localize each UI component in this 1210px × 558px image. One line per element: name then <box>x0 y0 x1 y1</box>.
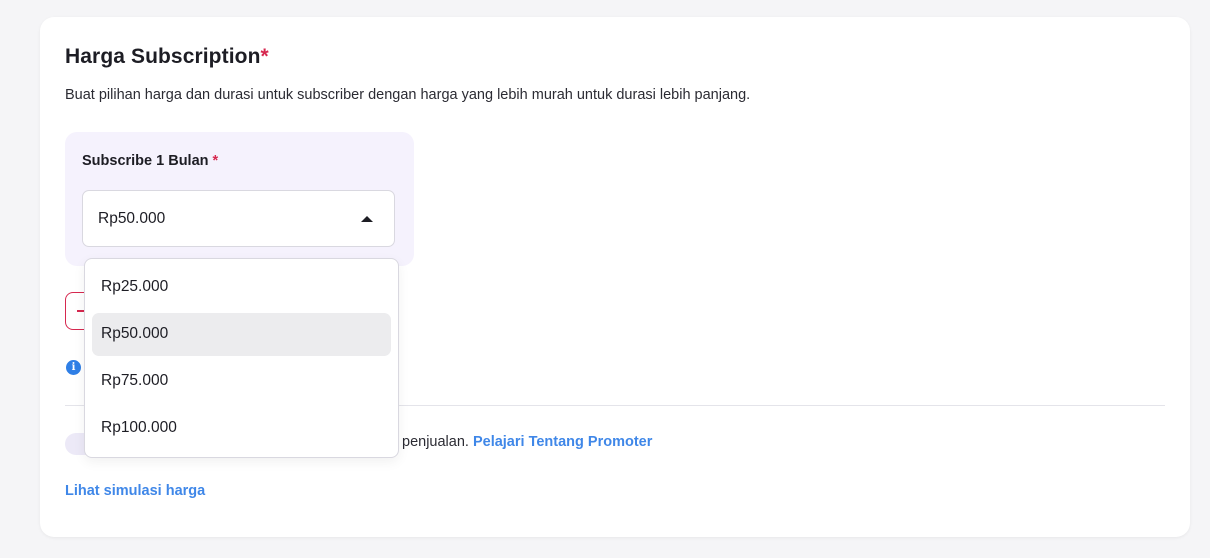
price-simulation-link[interactable]: Lihat simulasi harga <box>65 483 205 499</box>
caret-up-icon <box>361 216 373 222</box>
dropdown-option[interactable]: Rp100.000 <box>92 407 391 450</box>
price-dropdown-menu: Rp25.000 Rp50.000 Rp75.000 Rp100.000 <box>84 258 399 458</box>
promoter-learn-link[interactable]: Pelajari Tentang Promoter <box>473 434 652 450</box>
dropdown-option-label: Rp25.000 <box>101 278 169 295</box>
section-title: Harga Subscription* <box>65 45 269 68</box>
required-mark: * <box>260 45 269 68</box>
section-description: Buat pilihan harga dan durasi untuk subs… <box>65 87 751 103</box>
info-icon: i <box>66 360 81 375</box>
required-mark: * <box>212 153 219 169</box>
price-option-panel: Subscribe 1 Bulan * Rp50.000 <box>65 132 414 266</box>
dropdown-option[interactable]: Rp25.000 <box>92 266 391 309</box>
dropdown-option-selected[interactable]: Rp50.000 <box>92 313 391 356</box>
promoter-text: penjualan. Pelajari Tentang Promoter <box>402 434 653 450</box>
dropdown-option[interactable]: Rp75.000 <box>92 360 391 403</box>
price-option-label: Subscribe 1 Bulan * <box>82 153 219 169</box>
dropdown-option-label: Rp100.000 <box>101 419 177 436</box>
price-select[interactable]: Rp50.000 <box>82 190 395 247</box>
dropdown-option-label: Rp50.000 <box>101 325 169 342</box>
dropdown-option-label: Rp75.000 <box>101 372 169 389</box>
price-select-value: Rp50.000 <box>98 210 166 227</box>
